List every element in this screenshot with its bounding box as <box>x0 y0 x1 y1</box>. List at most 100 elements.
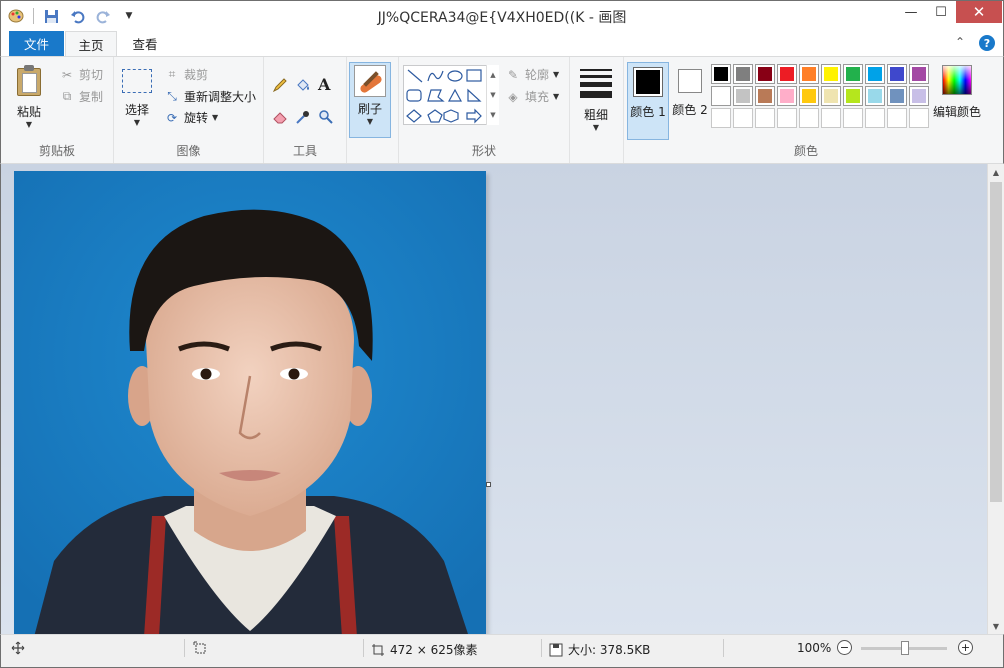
fill-label: 填充 <box>525 90 550 104</box>
palette-swatch[interactable] <box>711 86 731 106</box>
help-icon[interactable]: ? <box>979 35 995 51</box>
color1-label: 颜色 1 <box>630 105 666 119</box>
brushes-label: 刷子 <box>357 102 382 116</box>
rotate-button[interactable]: ⟳ 旋转 ▼ <box>164 109 218 126</box>
canvas-image[interactable] <box>14 171 486 634</box>
palette-swatch-fill <box>846 67 860 81</box>
palette-swatch-fill <box>868 89 882 103</box>
copy-label: 复制 <box>79 90 104 104</box>
zoom-slider[interactable] <box>861 641 947 655</box>
zoom-slider-thumb[interactable] <box>901 641 909 655</box>
tab-view[interactable]: 查看 <box>119 31 171 56</box>
close-button[interactable]: ✕ <box>956 1 1002 23</box>
edit-colors-button[interactable]: 编辑颜色 <box>933 62 981 120</box>
palette-swatch-custom[interactable] <box>821 108 841 128</box>
tab-home[interactable]: 主页 <box>65 31 117 57</box>
scroll-up-icon[interactable]: ▲ <box>490 71 495 79</box>
palette-swatch[interactable] <box>755 86 775 106</box>
palette-swatch-custom[interactable] <box>909 108 929 128</box>
pencil-icon[interactable] <box>272 77 288 93</box>
vertical-scrollbar[interactable]: ▲ ▼ <box>987 164 1004 634</box>
color-picker-icon[interactable] <box>295 109 311 125</box>
fill-button[interactable]: ◈ 填充 ▼ <box>505 88 559 105</box>
brush-icon <box>354 65 386 97</box>
palette-swatch[interactable] <box>777 86 797 106</box>
minimize-button[interactable]: — <box>896 1 926 23</box>
select-button[interactable]: 选择 ▼ <box>122 69 152 127</box>
palette-swatch[interactable] <box>909 64 929 84</box>
zoom-out-button[interactable]: − <box>837 640 852 655</box>
color2-swatch <box>678 69 702 93</box>
palette-swatch[interactable] <box>843 86 863 106</box>
palette-swatch[interactable] <box>865 64 885 84</box>
scroll-down-icon[interactable]: ▼ <box>490 91 495 99</box>
palette-swatch[interactable] <box>887 86 907 106</box>
palette-swatch[interactable] <box>733 86 753 106</box>
palette-swatch-custom[interactable] <box>843 108 863 128</box>
canvas-area[interactable] <box>0 164 1004 634</box>
resize-handle-right[interactable] <box>486 482 491 487</box>
collapse-ribbon-button[interactable]: ⌃ <box>955 35 965 51</box>
ribbon-right-controls: ⌃ ? <box>955 35 995 51</box>
scroll-up-icon[interactable]: ▲ <box>988 164 1004 180</box>
brushes-button[interactable]: 刷子 ▼ <box>349 62 391 138</box>
zoom-level: 100% <box>797 641 832 655</box>
plus-icon: + <box>958 640 973 655</box>
chevron-down-icon: ▼ <box>553 70 560 79</box>
palette-swatch-custom[interactable] <box>777 108 797 128</box>
palette-swatch[interactable] <box>777 64 797 84</box>
palette-swatch-custom[interactable] <box>799 108 819 128</box>
palette-swatch-fill <box>824 89 838 103</box>
shapes-scroll[interactable]: ▲ ▼ ▼ <box>486 65 499 125</box>
eraser-icon[interactable] <box>272 109 288 125</box>
group-label-colors: 颜色 <box>793 144 818 158</box>
paste-button[interactable]: 粘贴 ▼ <box>15 65 43 129</box>
palette-swatch-custom[interactable] <box>711 108 731 128</box>
palette-swatch[interactable] <box>733 64 753 84</box>
cut-button[interactable]: ✂ 剪切 <box>59 66 103 83</box>
palette-swatch[interactable] <box>799 64 819 84</box>
color1-button[interactable]: 颜色 1 <box>627 62 669 140</box>
palette-swatch[interactable] <box>887 64 907 84</box>
palette-swatch[interactable] <box>843 64 863 84</box>
zoom-in-button[interactable]: + <box>958 640 973 655</box>
magnifier-icon[interactable] <box>318 109 334 125</box>
edit-colors-label: 编辑颜色 <box>933 105 982 119</box>
palette-swatch[interactable] <box>821 86 841 106</box>
palette-swatch-fill <box>890 89 904 103</box>
palette-swatch-fill <box>736 67 750 81</box>
crop-button[interactable]: ⌗ 裁剪 <box>164 66 208 83</box>
palette-swatch[interactable] <box>909 86 929 106</box>
palette-swatch-custom[interactable] <box>865 108 885 128</box>
resize-button[interactable]: ⤡ 重新调整大小 <box>164 88 256 105</box>
text-icon[interactable]: A <box>318 75 330 94</box>
group-clipboard: 粘贴 ▼ ✂ 剪切 ⧉ 复制 剪贴板 <box>1 57 114 163</box>
tab-file[interactable]: 文件 <box>9 31 64 56</box>
expand-icon[interactable]: ▼ <box>490 111 495 119</box>
palette-swatch[interactable] <box>755 64 775 84</box>
scrollbar-thumb[interactable] <box>990 182 1002 502</box>
palette-swatch[interactable] <box>799 86 819 106</box>
copy-button[interactable]: ⧉ 复制 <box>59 88 103 105</box>
palette-swatch-custom[interactable] <box>887 108 907 128</box>
shapes-gallery[interactable] <box>403 65 499 125</box>
outline-button[interactable]: ✎ 轮廓 ▼ <box>505 66 559 83</box>
palette-swatch-custom[interactable] <box>755 108 775 128</box>
color2-button[interactable]: 颜色 2 <box>671 62 709 118</box>
palette-swatch[interactable] <box>865 86 885 106</box>
image-dimensions-text: 472 × 625像素 <box>390 643 478 657</box>
palette-swatch[interactable] <box>711 64 731 84</box>
palette-swatch-custom[interactable] <box>733 108 753 128</box>
palette-swatch[interactable] <box>821 64 841 84</box>
file-size: 大小: 378.5KB <box>549 641 650 658</box>
window-controls: — ☐ ✕ <box>896 1 1002 23</box>
maximize-button[interactable]: ☐ <box>926 1 956 23</box>
scroll-down-icon[interactable]: ▼ <box>988 618 1004 634</box>
palette-swatch-fill <box>780 89 794 103</box>
paste-label: 粘贴 <box>16 105 41 119</box>
outline-label: 轮廓 <box>525 68 550 82</box>
color-palette <box>711 64 929 128</box>
fill-icon[interactable] <box>295 77 311 93</box>
size-button[interactable]: 粗细 ▼ <box>580 63 612 132</box>
rotate-label: 旋转 <box>184 111 209 125</box>
